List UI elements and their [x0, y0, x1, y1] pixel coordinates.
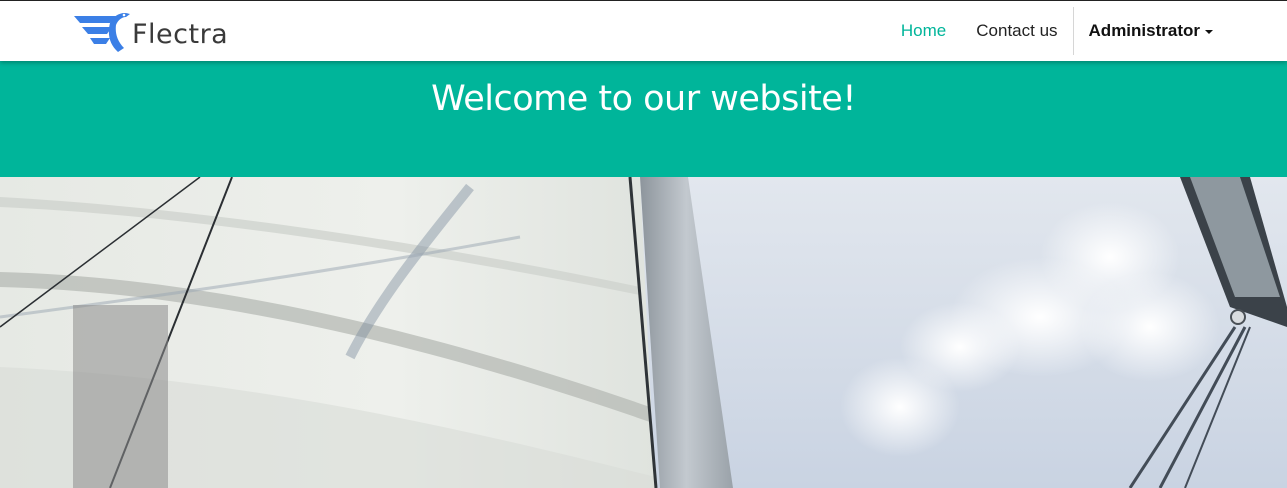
overlay-block	[73, 305, 168, 488]
banner-title: Welcome to our website!	[431, 79, 856, 119]
user-menu-dropdown[interactable]: Administrator	[1074, 1, 1287, 61]
top-navbar: Flectra Home Contact us Administrator	[0, 0, 1287, 61]
brand-name: Flectra	[132, 18, 229, 50]
bird-logo-icon	[74, 13, 130, 52]
welcome-banner: Welcome to our website!	[0, 61, 1287, 177]
user-name: Administrator	[1088, 21, 1200, 40]
main-menu: Home Contact us Administrator	[886, 1, 1287, 61]
sailboat-photo	[0, 177, 1287, 488]
brand-logo-link[interactable]: Flectra	[72, 7, 242, 55]
nav-home[interactable]: Home	[886, 1, 961, 61]
page: Flectra Home Contact us Administrator We…	[0, 0, 1287, 488]
caret-down-icon	[1205, 30, 1213, 34]
nav-contact-us[interactable]: Contact us	[961, 1, 1072, 61]
